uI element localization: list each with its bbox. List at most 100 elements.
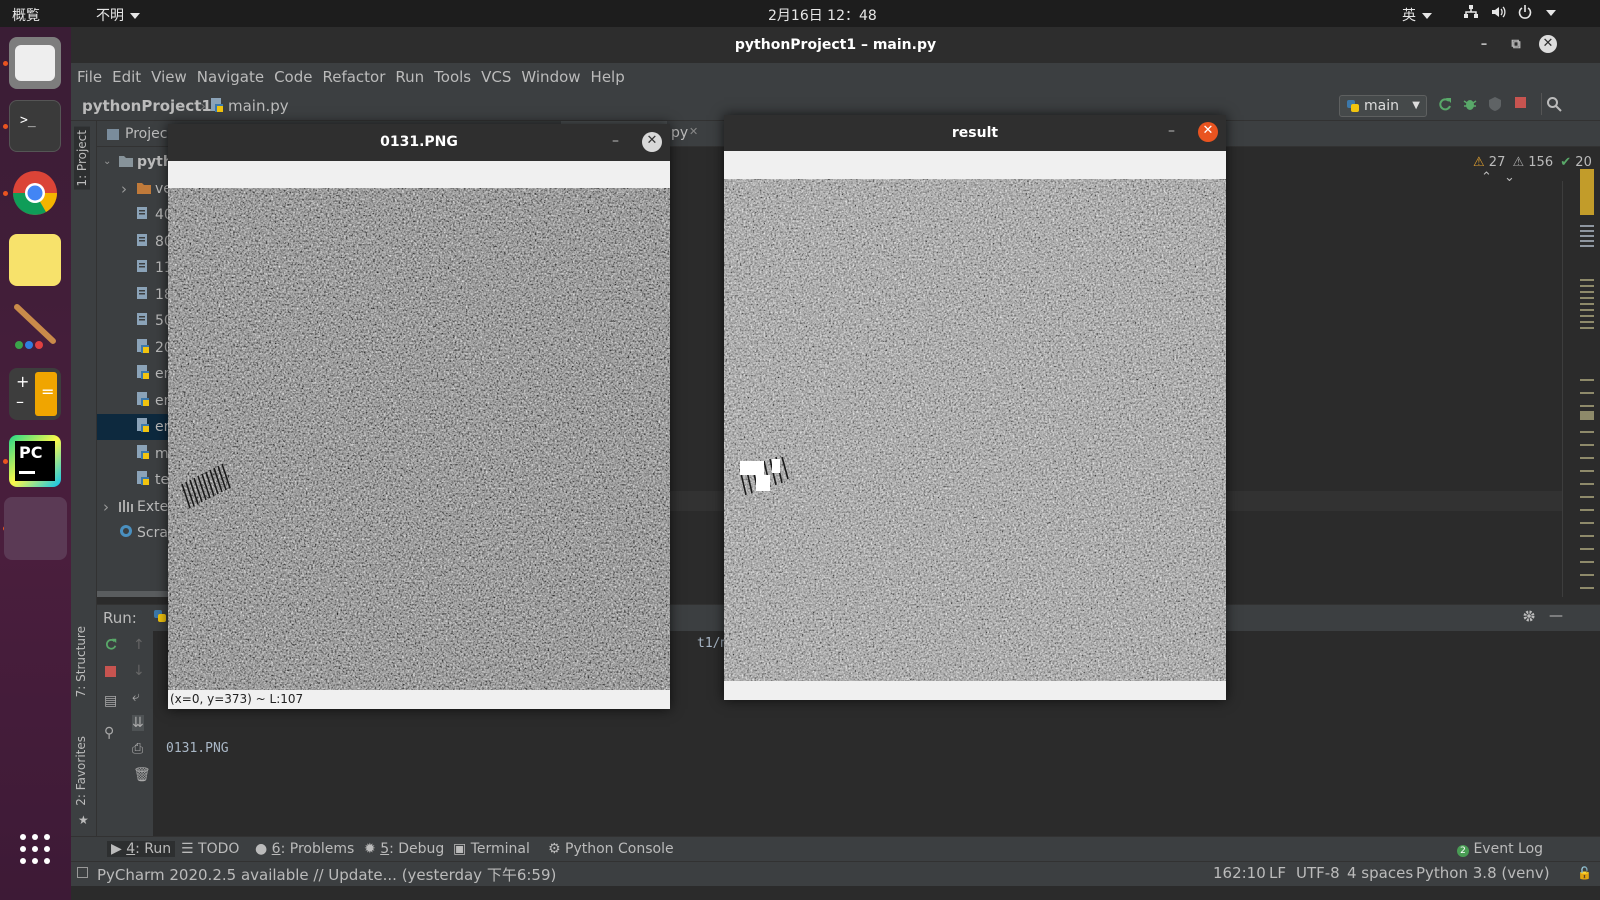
arrow-up-icon[interactable]: ↑	[133, 637, 145, 653]
minimize-icon[interactable]: –	[612, 133, 619, 149]
status-message[interactable]: PyCharm 2020.2.5 available // Update... …	[97, 864, 556, 885]
line-separator[interactable]: LF	[1269, 864, 1286, 882]
hide-panel-icon[interactable]: —	[1549, 608, 1563, 624]
dock: >_ + – = PC	[0, 27, 71, 900]
python-file-icon	[137, 468, 149, 494]
trash-icon[interactable]: 🗑	[133, 767, 151, 783]
close-tab-icon[interactable]: ✕	[689, 125, 698, 138]
menu-vcs[interactable]: VCS	[476, 63, 516, 91]
menu-view[interactable]: View	[146, 63, 192, 91]
pycharm-icon[interactable]: PC	[9, 435, 61, 487]
breadcrumb-file[interactable]: main.py	[228, 97, 289, 115]
pin-icon[interactable]: ⚲	[104, 725, 114, 741]
file-encoding[interactable]: UTF-8	[1296, 864, 1340, 882]
warning-icon: ⚠	[1473, 155, 1485, 170]
tab-run[interactable]: ▶ 4: Run	[107, 841, 176, 857]
weak-warning-icon: ⚠	[1512, 155, 1525, 170]
layout-icon[interactable]: ▤	[104, 693, 117, 709]
folder-icon	[137, 177, 151, 203]
power-icon[interactable]	[1517, 4, 1533, 24]
close-icon[interactable]: ✕	[1539, 35, 1557, 53]
tab-todo[interactable]: ☰ TODO	[181, 841, 239, 857]
print-icon[interactable]: ⎙	[132, 741, 143, 757]
editor-tab-fragment[interactable]: py	[671, 125, 688, 141]
system-menu-chevron-down-icon[interactable]	[1540, 5, 1556, 21]
minimize-icon[interactable]: –	[1474, 35, 1494, 55]
debug-icon[interactable]	[1462, 96, 1478, 116]
result-window-titlebar[interactable]: result	[724, 115, 1226, 151]
gear-icon[interactable]	[1522, 609, 1536, 627]
paint-icon[interactable]	[9, 301, 61, 353]
stop-icon[interactable]	[1515, 97, 1526, 108]
tab-python-console[interactable]: ⚙ Python Console	[548, 841, 674, 857]
run-config-select[interactable]: main ▼	[1339, 95, 1427, 117]
menu-navigate[interactable]: Navigate	[192, 63, 269, 91]
arrow-down-icon[interactable]: ↓	[133, 663, 145, 679]
menu-window[interactable]: Window	[516, 63, 585, 91]
window-titlebar[interactable]: pythonProject1 – main.py – ⧉ ✕	[71, 27, 1600, 63]
close-icon[interactable]: ✕	[642, 132, 662, 152]
bottom-tool-tabs: ▶ 4: Run ☰ TODO ● 6: Problems ✹ 5: Debug…	[71, 836, 1600, 861]
menu-refactor[interactable]: Refactor	[317, 63, 390, 91]
structure-tool-tab[interactable]: 7: Structure	[74, 626, 88, 697]
chrome-icon[interactable]	[9, 167, 61, 219]
chevron-right-icon[interactable]: ›	[103, 494, 109, 520]
activities-button[interactable]: 概覧	[12, 5, 40, 25]
menu-edit[interactable]: Edit	[107, 63, 146, 91]
chevron-right-icon[interactable]: ›	[121, 176, 127, 202]
chevron-up-icon[interactable]: ⌃	[1481, 170, 1492, 185]
menu-run[interactable]: Run	[390, 63, 429, 91]
volume-icon[interactable]	[1490, 4, 1506, 24]
soft-wrap-icon[interactable]: ⤶	[132, 689, 140, 705]
menu-file[interactable]: File	[72, 63, 107, 91]
app-menu[interactable]: 不明	[96, 5, 140, 25]
input-method-menu[interactable]: 英	[1402, 5, 1432, 25]
interpreter-selector[interactable]: Python 3.8 (venv)	[1416, 864, 1550, 882]
result-image[interactable]	[724, 179, 1226, 681]
network-icon[interactable]	[1463, 4, 1479, 24]
rerun-icon[interactable]	[1437, 96, 1453, 116]
tab-terminal[interactable]: ▣ Terminal	[453, 841, 530, 857]
tab-debug[interactable]: ✹ 5: Debug	[364, 841, 444, 857]
favorites-tool-tab[interactable]: 2: Favorites	[74, 736, 88, 806]
running-indicator	[3, 191, 8, 196]
menu-tools[interactable]: Tools	[429, 63, 476, 91]
clock[interactable]: 2月16日 12：48	[768, 5, 877, 25]
project-tool-tab[interactable]: 1: Project	[74, 127, 90, 190]
indent-setting[interactable]: 4 spaces	[1347, 864, 1413, 882]
notes-icon[interactable]	[9, 234, 61, 286]
image-window-title: 0131.PNG	[380, 134, 458, 150]
error-stripe[interactable]	[1580, 169, 1594, 589]
close-icon[interactable]: ✕	[1198, 122, 1218, 142]
file-icon	[137, 309, 148, 335]
tab-problems[interactable]: ● 6: Problems	[255, 841, 354, 857]
calculator-icon[interactable]: + – =	[9, 368, 61, 420]
rerun-icon[interactable]	[104, 637, 118, 655]
check-icon: ✔	[1560, 155, 1572, 170]
menu-code[interactable]: Code	[269, 63, 317, 91]
status-toggle-icon[interactable]	[77, 867, 88, 878]
show-apps-icon[interactable]	[18, 832, 52, 866]
image-window-titlebar[interactable]: 0131.PNG	[168, 124, 670, 161]
files-icon[interactable]	[9, 37, 61, 89]
stop-icon[interactable]	[105, 666, 116, 677]
window-icon[interactable]	[4, 497, 67, 560]
event-count-badge: 2	[1457, 845, 1469, 857]
restore-icon[interactable]: ⧉	[1506, 35, 1526, 55]
search-icon[interactable]	[1546, 96, 1562, 116]
caret-position[interactable]: 162:10	[1213, 864, 1266, 882]
structure-tab-label: 7: Structure	[74, 626, 88, 698]
warning-count: 27	[1488, 155, 1506, 170]
horizontal-scrollbar[interactable]	[97, 591, 172, 597]
coverage-icon[interactable]	[1487, 96, 1503, 116]
breadcrumb-project[interactable]: pythonProject1	[82, 97, 212, 115]
menu-help[interactable]: Help	[586, 63, 630, 91]
scroll-to-end-icon[interactable]: ⇊	[132, 715, 144, 731]
lock-icon[interactable]: 🔓	[1577, 866, 1592, 880]
event-log-button[interactable]: 2 Event Log	[1457, 841, 1543, 857]
terminal-icon[interactable]: >_	[9, 100, 61, 152]
chevron-down-icon[interactable]: ⌄	[103, 149, 111, 175]
minimize-icon[interactable]: –	[1168, 123, 1175, 139]
chevron-down-icon[interactable]: ⌄	[1504, 170, 1515, 185]
input-image[interactable]	[168, 188, 670, 690]
